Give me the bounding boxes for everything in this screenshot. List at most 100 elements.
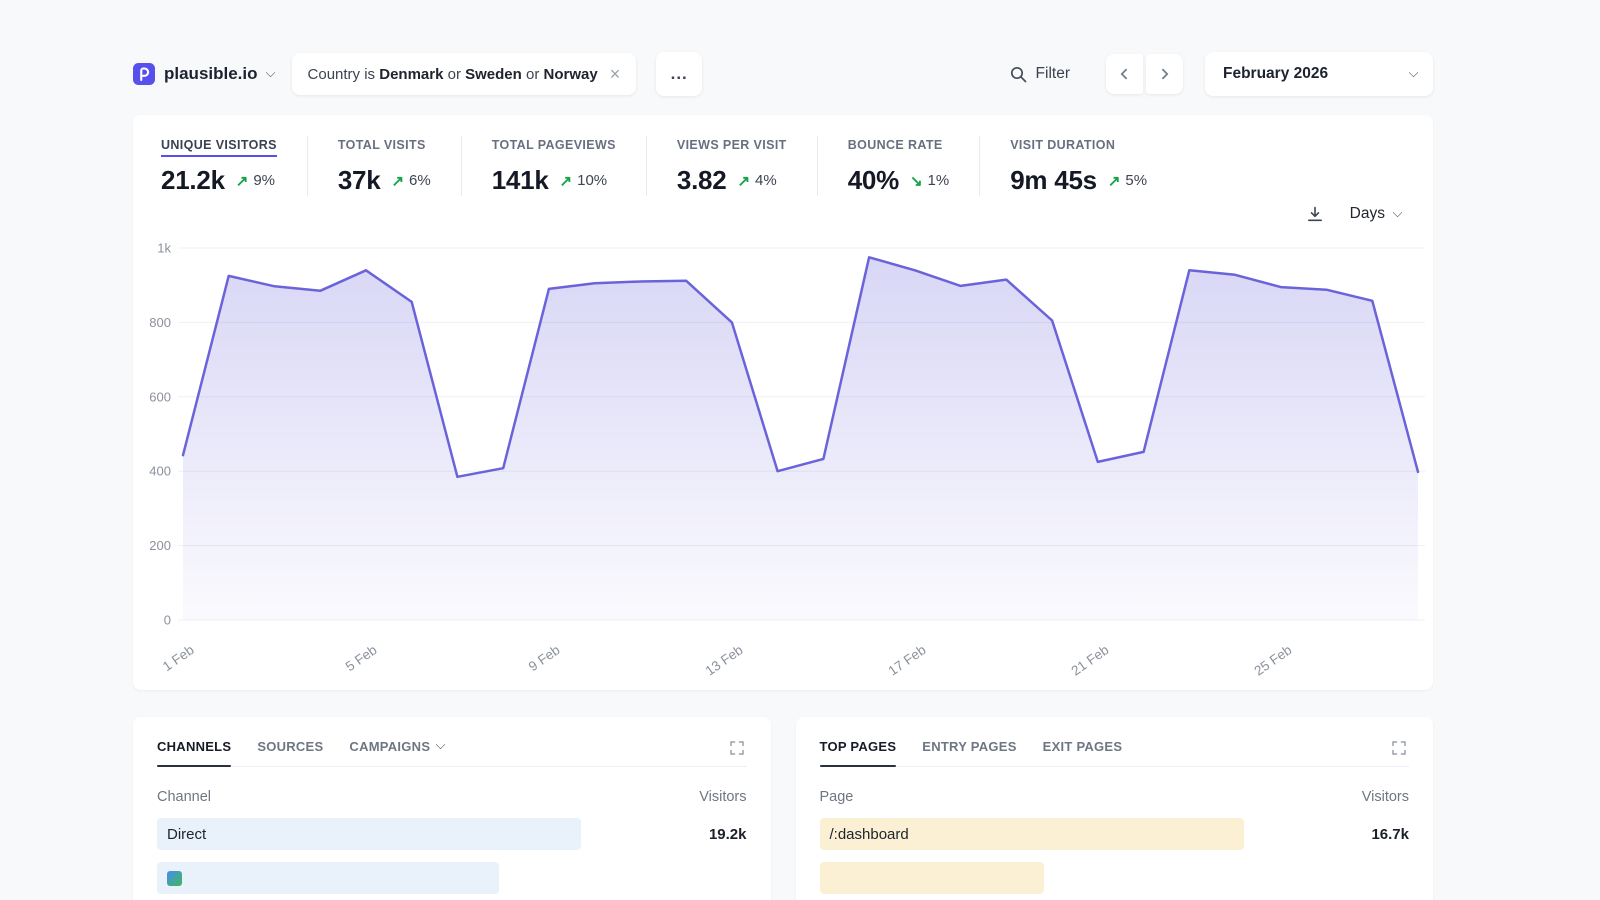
tab-label: EXIT PAGES <box>1043 739 1123 754</box>
metric-change: 1% <box>928 172 950 189</box>
analytics-card: UNIQUE VISITORS 21.2k↗9% TOTAL VISITS 37k ↗ 6… <box>133 115 1433 690</box>
metric-label: VISIT DURATION <box>1010 138 1115 157</box>
metric-label: TOTAL VISITS <box>338 138 426 157</box>
filter-pill-text: Country is Denmark or Sweden or Norway <box>308 66 598 83</box>
metric-visit-duration[interactable]: VISIT DURATION 9m 45s↗5% <box>979 136 1177 196</box>
plausible-logo-icon <box>133 63 155 85</box>
metric-change: 4% <box>755 172 777 189</box>
site-name: plausible.io <box>164 64 258 84</box>
prev-period-button[interactable] <box>1106 54 1143 94</box>
metric-value: 9m 45s <box>1010 165 1097 196</box>
metric-value-row: 21.2k↗9% <box>161 165 277 196</box>
chevron-left-icon <box>1120 68 1131 79</box>
table-row[interactable]: Direct19.2k <box>157 818 747 850</box>
filter-country-value: Norway <box>544 66 598 83</box>
date-nav <box>1106 54 1183 94</box>
chevron-down-icon <box>1393 207 1403 217</box>
tab-label: SOURCES <box>257 739 323 754</box>
metric-value: 37k <box>338 165 381 196</box>
metric-value-row: 9m 45s↗5% <box>1010 165 1147 196</box>
svg-text:400: 400 <box>149 464 171 479</box>
metric-change: 9% <box>253 172 275 189</box>
date-range-label: February 2026 <box>1223 65 1328 83</box>
arrow-up-right-icon: ↗ <box>391 172 404 190</box>
chart-toolbar: Days <box>1304 203 1407 225</box>
tab-campaigns[interactable]: CAMPAIGNS <box>349 739 444 766</box>
metric-change: 10% <box>577 172 607 189</box>
arrow-down-right-icon: ↘ <box>910 172 923 190</box>
table-row[interactable] <box>157 862 747 894</box>
metric-value-row: 3.82↗4% <box>677 165 787 196</box>
remove-filter-button[interactable]: × <box>608 65 623 83</box>
channels-tabs: CHANNELS SOURCES CAMPAIGNS <box>157 739 747 767</box>
expand-icon <box>1391 740 1407 756</box>
metric-value: 40% <box>848 165 899 196</box>
download-button[interactable] <box>1304 203 1326 225</box>
filter-pill[interactable]: Country is Denmark or Sweden or Norway × <box>292 53 637 95</box>
metric-value-row: 141k↗10% <box>492 165 616 196</box>
expand-button[interactable] <box>727 738 747 761</box>
arrow-up-right-icon: ↗ <box>737 172 750 190</box>
interval-dropdown[interactable]: Days <box>1344 204 1407 224</box>
metric-bounce-rate[interactable]: BOUNCE RATE 40% ↘ 1% <box>817 136 980 196</box>
expand-icon <box>729 740 745 756</box>
column-label: Channel <box>157 789 211 805</box>
dashboard-page: plausible.io Country is Denmark or Swede… <box>133 0 1433 900</box>
row-value: 16.7k <box>1371 826 1409 843</box>
chevron-right-icon <box>1157 68 1168 79</box>
svg-text:21 Feb: 21 Feb <box>1069 642 1112 678</box>
channels-rows: Direct19.2k <box>157 818 747 894</box>
metrics-row: UNIQUE VISITORS 21.2k↗9% TOTAL VISITS 37k ↗ 6… <box>133 115 1433 196</box>
site-selector[interactable]: plausible.io <box>133 63 274 85</box>
metric-change: 6% <box>409 172 431 189</box>
arrow-up-right-icon: ↗ <box>236 172 249 190</box>
more-filters-button[interactable]: ... <box>656 52 702 96</box>
tab-channels[interactable]: CHANNELS <box>157 739 231 766</box>
metric-value-row: 37k ↗ 6% <box>338 165 431 196</box>
tab-label: CHANNELS <box>157 739 231 754</box>
metric-change: 5% <box>1125 172 1147 189</box>
pages-tabs: TOP PAGES ENTRY PAGES EXIT PAGES <box>820 739 1410 767</box>
filter-text: or <box>522 66 544 83</box>
pages-card: TOP PAGES ENTRY PAGES EXIT PAGES Page Visi… <box>796 717 1434 900</box>
table-header: Page Visitors <box>820 789 1410 805</box>
svg-text:1k: 1k <box>157 241 171 256</box>
table-row[interactable] <box>820 862 1410 894</box>
next-period-button[interactable] <box>1146 54 1183 94</box>
expand-button[interactable] <box>1389 738 1409 761</box>
column-value: Visitors <box>1362 789 1409 805</box>
download-icon <box>1306 205 1324 223</box>
metric-label: BOUNCE RATE <box>848 138 943 157</box>
metric-unique-visitors[interactable]: UNIQUE VISITORS 21.2k↗9% <box>161 136 307 196</box>
svg-text:0: 0 <box>164 613 171 628</box>
table-header: Channel Visitors <box>157 789 747 805</box>
filter-search-label: Filter <box>1036 65 1070 83</box>
row-bar <box>820 862 1044 894</box>
favicon-icon <box>167 871 182 886</box>
metric-label: UNIQUE VISITORS <box>161 138 277 157</box>
tab-exit-pages[interactable]: EXIT PAGES <box>1043 739 1123 766</box>
filter-country-value: Denmark <box>379 66 443 83</box>
column-label: Page <box>820 789 854 805</box>
svg-text:200: 200 <box>149 538 171 553</box>
visitors-chart[interactable]: 02004006008001k1 Feb5 Feb9 Feb13 Feb17 F… <box>133 115 1433 690</box>
table-row[interactable]: /:dashboard 16.7k <box>820 818 1410 850</box>
metric-views-per-visit[interactable]: VIEWS PER VISIT3.82↗4% <box>646 136 817 196</box>
breakdown-section: CHANNELS SOURCES CAMPAIGNS Channel Visitor… <box>133 717 1433 900</box>
chevron-down-icon <box>265 67 275 77</box>
row-bar: /:dashboard <box>820 818 1244 850</box>
tab-label: CAMPAIGNS <box>349 739 430 754</box>
tab-sources[interactable]: SOURCES <box>257 739 323 766</box>
column-value: Visitors <box>699 789 746 805</box>
filter-search[interactable]: Filter <box>1010 65 1070 83</box>
svg-text:17 Feb: 17 Feb <box>886 642 929 678</box>
metric-total-visits[interactable]: TOTAL VISITS 37k ↗ 6% <box>307 136 461 196</box>
tab-top-pages[interactable]: TOP PAGES <box>820 739 897 766</box>
date-range-picker[interactable]: February 2026 <box>1205 52 1433 96</box>
svg-text:600: 600 <box>149 389 171 404</box>
svg-text:800: 800 <box>149 315 171 330</box>
tab-entry-pages[interactable]: ENTRY PAGES <box>922 739 1016 766</box>
channels-card: CHANNELS SOURCES CAMPAIGNS Channel Visitor… <box>133 717 771 900</box>
metric-total-pageviews[interactable]: TOTAL PAGEVIEWS141k↗10% <box>461 136 646 196</box>
metric-value: 141k <box>492 165 549 196</box>
